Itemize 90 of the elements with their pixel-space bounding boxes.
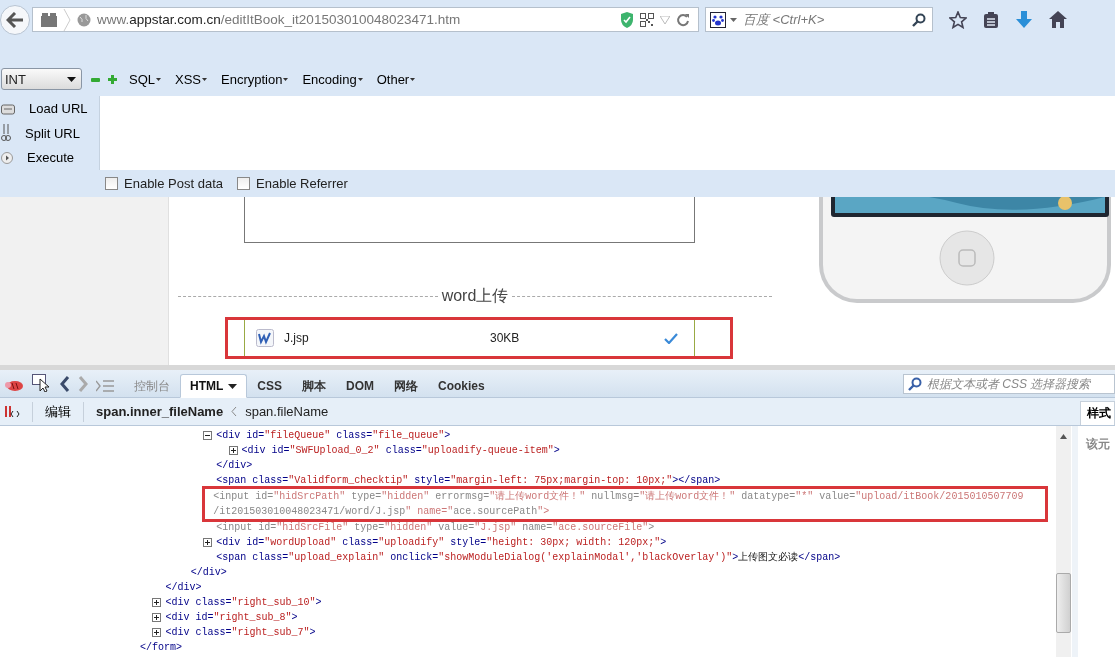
- scissors-icon[interactable]: [1, 124, 11, 143]
- code-line[interactable]: <div id="wordUpload" class="uploadify" style="height: 30px; width: 120px;">: [216, 535, 667, 550]
- url-input-field[interactable]: [99, 96, 1115, 171]
- break-icon[interactable]: [4, 404, 20, 419]
- code-line[interactable]: /it201503010048023471/word/J.jsp" name="ace.sourcePath">: [213, 504, 1024, 519]
- word-document-icon: [256, 329, 274, 347]
- bug-icon[interactable]: [4, 378, 24, 392]
- caret-icon[interactable]: [410, 77, 416, 81]
- action-label[interactable]: Split URL: [25, 125, 99, 141]
- scrollbar[interactable]: [1056, 426, 1071, 657]
- type-select[interactable]: INT: [1, 68, 82, 91]
- collapse-icon[interactable]: [203, 431, 213, 440]
- code-line[interactable]: </form>: [140, 640, 182, 655]
- download-icon[interactable]: [1015, 10, 1033, 29]
- caret-icon[interactable]: [283, 77, 289, 81]
- drive-icon[interactable]: [1, 102, 15, 115]
- checkbox-label: Enable Referrer: [256, 176, 348, 192]
- expand-icon[interactable]: [152, 628, 162, 637]
- breadcrumb[interactable]: span.inner_fileName: [96, 404, 224, 419]
- chevron-icon: [63, 8, 71, 31]
- qr-code-icon[interactable]: [640, 12, 654, 27]
- file-name: J.jsp: [284, 331, 310, 345]
- scroll-up-icon[interactable]: [1060, 434, 1067, 439]
- code-line[interactable]: <span class="Validform_checktip" style="margin-left: 75px;margin-top: 10px;"></span>: [216, 473, 721, 488]
- code-line[interactable]: <div class="right_sub_7">: [165, 625, 316, 640]
- menu-button[interactable]: SQL: [129, 71, 161, 87]
- caret-icon[interactable]: [357, 77, 363, 81]
- caret-icon[interactable]: [202, 77, 208, 81]
- action-button[interactable]: Split URL: [0, 120, 99, 146]
- panel-tab[interactable]: HTML: [180, 374, 248, 398]
- panel-tab[interactable]: DOM: [336, 374, 384, 398]
- breadcrumb[interactable]: span.fileName: [245, 404, 329, 419]
- panel-tab[interactable]: 网络: [384, 374, 428, 398]
- menu-button[interactable]: XSS: [175, 71, 208, 87]
- scroll-thumb[interactable]: [1056, 573, 1071, 633]
- tab-group-icon[interactable]: [41, 12, 57, 27]
- code-line[interactable]: <input id="hidSrcFile" type="hidden" value="J.jsp" name="ace.sourceFile">: [216, 520, 655, 535]
- panel-tab[interactable]: Cookies: [428, 374, 495, 398]
- address-bar[interactable]: www.appstar.com.cn/editItBook_it201503010048023471.htm: [32, 7, 699, 33]
- clipboard-icon[interactable]: [983, 10, 999, 29]
- code-line[interactable]: <div id="right_sub_8">: [165, 610, 298, 625]
- code-line[interactable]: <span class="upload_explain" onclick="showModuleDialog('explainModal','blackOverlay')">上传图文必读</span>: [216, 550, 841, 565]
- caret-icon[interactable]: [228, 383, 238, 389]
- expand-icon[interactable]: [152, 598, 162, 607]
- caret-icon[interactable]: [156, 77, 161, 81]
- shield-icon[interactable]: [620, 11, 634, 28]
- code-line[interactable]: <div id="fileQueue" class="file_queue">: [216, 428, 451, 443]
- checkbox[interactable]: [237, 177, 251, 191]
- back-button[interactable]: [0, 4, 30, 35]
- code-line[interactable]: </div>: [190, 565, 227, 580]
- search-icon: [908, 376, 922, 391]
- menu-button[interactable]: Encoding: [302, 71, 363, 87]
- side-panel-text: 该元: [1086, 437, 1110, 451]
- search-field[interactable]: 百度 <Ctrl+K>: [705, 7, 933, 33]
- checkbox[interactable]: [105, 177, 118, 191]
- checkbox-label: Enable Post data: [124, 176, 224, 192]
- caret-icon[interactable]: [67, 76, 76, 82]
- paw-icon[interactable]: [710, 11, 726, 28]
- home-icon[interactable]: [1049, 11, 1067, 29]
- panel-tab[interactable]: 脚本: [292, 374, 336, 398]
- expand-icon[interactable]: [203, 538, 213, 547]
- action-label[interactable]: Load URL: [29, 101, 99, 117]
- file-size: 30KB: [490, 331, 521, 345]
- search-field[interactable]: 根据文本或者 CSS 选择器搜索: [903, 373, 1115, 394]
- action-button[interactable]: Execute: [0, 145, 99, 171]
- back-arrow-icon[interactable]: [6, 11, 24, 28]
- text-area[interactable]: [244, 197, 695, 243]
- side-panel-tab[interactable]: 样式: [1080, 401, 1115, 425]
- code-line[interactable]: </div>: [165, 580, 202, 595]
- url-text: www.appstar.com.cn/editItBook_it201503010048023471.htm: [97, 12, 462, 28]
- play-icon[interactable]: [1, 151, 13, 164]
- star-icon[interactable]: [949, 10, 967, 29]
- menu-button[interactable]: Other: [376, 71, 416, 87]
- action-label[interactable]: Execute: [27, 150, 99, 166]
- reload-icon[interactable]: [676, 12, 690, 27]
- expand-icon[interactable]: [228, 446, 238, 455]
- edit-button[interactable]: 编辑: [45, 402, 71, 421]
- code-line[interactable]: <div id="SWFUpload_0_2" class="uploadify-queue-item">: [241, 443, 560, 458]
- menu-button[interactable]: Encryption: [221, 71, 289, 87]
- code-line[interactable]: <div class="right_sub_10">: [165, 595, 322, 610]
- search-icon[interactable]: [912, 12, 926, 27]
- code-line[interactable]: </div>: [216, 458, 253, 473]
- inspect-icon[interactable]: [32, 374, 52, 392]
- separator-icon: [231, 407, 238, 416]
- section-title: word上传: [441, 286, 509, 306]
- action-button[interactable]: Load URL: [0, 96, 99, 121]
- expand-icon[interactable]: [152, 613, 162, 622]
- globe-icon: [77, 12, 91, 27]
- panel-tab[interactable]: CSS: [247, 374, 292, 398]
- code-line[interactable]: <input id="hidSrcPath" type="hidden" errormsg="请上传word文件！" nullmsg="请上传word文件！" datatype="*" value="upload/itBook/2015010507709: [213, 489, 1024, 504]
